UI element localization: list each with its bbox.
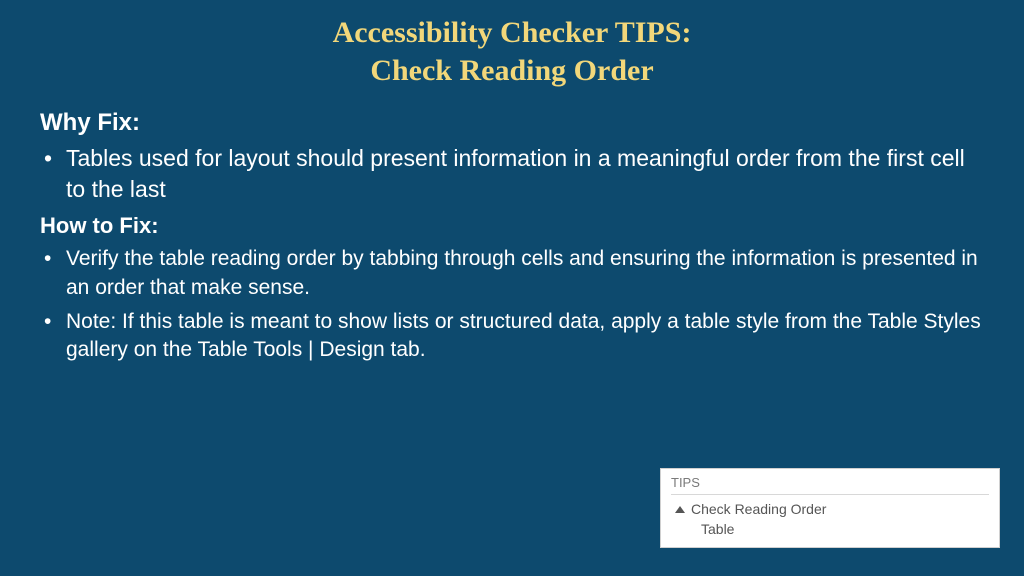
title-line-2: Check Reading Order	[0, 52, 1024, 90]
list-item: Note: If this table is meant to show lis…	[40, 308, 984, 365]
tips-panel-item[interactable]: Check Reading Order	[671, 499, 989, 519]
list-item: Tables used for layout should present in…	[40, 143, 984, 205]
slide-body: Why Fix: Tables used for layout should p…	[0, 89, 1024, 365]
tips-panel: TIPS Check Reading Order Table	[660, 468, 1000, 548]
tips-panel-header: TIPS	[671, 475, 989, 495]
title-line-1: Accessibility Checker TIPS:	[0, 14, 1024, 52]
tips-panel-subitem[interactable]: Table	[671, 519, 989, 539]
list-item: Verify the table reading order by tabbin…	[40, 245, 984, 302]
how-to-fix-list: Verify the table reading order by tabbin…	[40, 245, 984, 364]
how-to-fix-heading: How to Fix:	[40, 211, 984, 241]
expand-caret-icon	[675, 506, 685, 513]
tips-item-label: Check Reading Order	[691, 501, 826, 517]
why-fix-heading: Why Fix:	[40, 107, 984, 139]
tips-subitem-label: Table	[701, 521, 734, 537]
slide-title: Accessibility Checker TIPS: Check Readin…	[0, 0, 1024, 89]
why-fix-list: Tables used for layout should present in…	[40, 143, 984, 205]
